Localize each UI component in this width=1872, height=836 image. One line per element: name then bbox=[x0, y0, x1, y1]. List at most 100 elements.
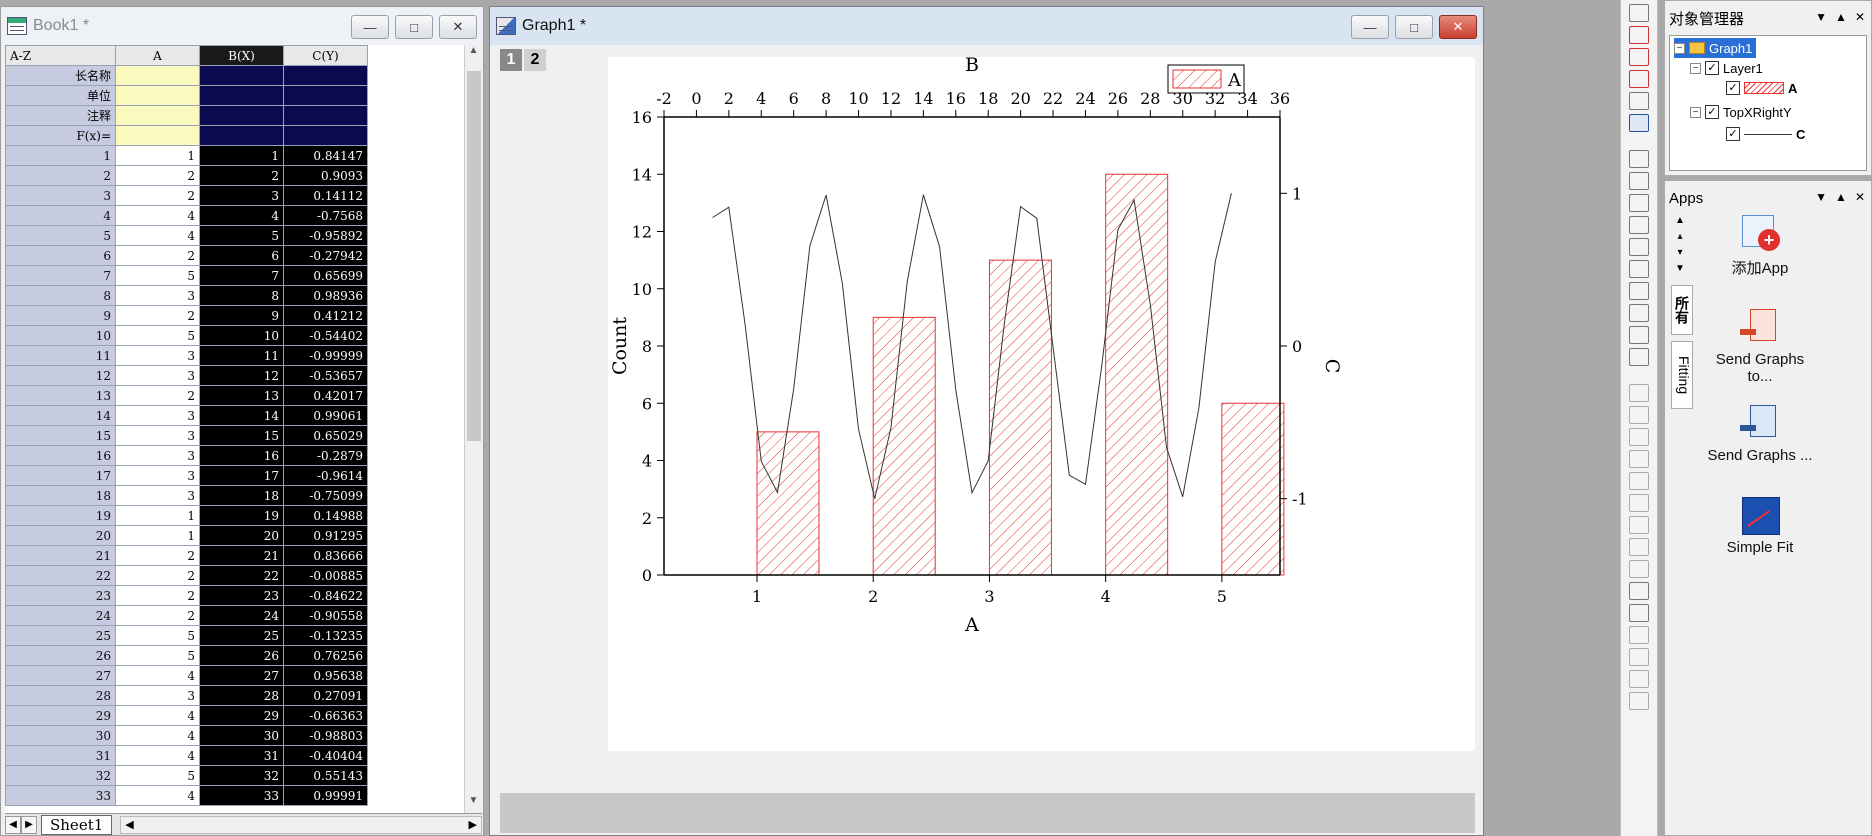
scroll-top-icon[interactable]: ▲ bbox=[1669, 215, 1691, 231]
visibility-checkbox[interactable]: ✓ bbox=[1726, 127, 1740, 141]
layer-icon[interactable] bbox=[1629, 150, 1649, 168]
tree-node-plot-a[interactable]: ✓ A bbox=[1726, 78, 1797, 98]
cell-a[interactable]: 4 bbox=[115, 725, 200, 746]
cell-a[interactable]: 2 bbox=[115, 305, 200, 326]
cell-c[interactable]: 0.55143 bbox=[283, 765, 368, 786]
cell-a[interactable]: 2 bbox=[115, 565, 200, 586]
cell-a[interactable]: 5 bbox=[115, 765, 200, 786]
meta-cell-c[interactable] bbox=[283, 65, 368, 86]
meta-cell-c[interactable] bbox=[283, 125, 368, 146]
scroll-left-icon[interactable]: ◀ bbox=[125, 818, 133, 831]
row-header[interactable]: 6 bbox=[5, 245, 116, 266]
cell-c[interactable]: 0.14112 bbox=[283, 185, 368, 206]
ungroup-icon[interactable] bbox=[1629, 648, 1649, 666]
cell-b[interactable]: 17 bbox=[199, 465, 284, 486]
axis-x-icon[interactable] bbox=[1629, 48, 1649, 66]
bring-front-icon[interactable] bbox=[1629, 582, 1649, 600]
scroll-thumb[interactable] bbox=[467, 71, 481, 441]
meta-cell-b[interactable] bbox=[199, 105, 284, 126]
cell-a[interactable]: 1 bbox=[115, 525, 200, 546]
cell-c[interactable]: 0.99061 bbox=[283, 405, 368, 426]
close-button[interactable]: ✕ bbox=[1439, 15, 1477, 39]
merge-icon[interactable] bbox=[1629, 172, 1649, 190]
cell-c[interactable]: -0.53657 bbox=[283, 365, 368, 386]
tree-node-plot-c[interactable]: ✓ C bbox=[1726, 124, 1805, 144]
row-header[interactable]: 14 bbox=[5, 405, 116, 426]
row-header[interactable]: 32 bbox=[5, 765, 116, 786]
cell-b[interactable]: 8 bbox=[199, 285, 284, 306]
visibility-checkbox[interactable]: ✓ bbox=[1705, 61, 1719, 75]
tree-node-topxrighty[interactable]: − ✓ TopXRightY bbox=[1690, 102, 1792, 122]
row-header[interactable]: 27 bbox=[5, 665, 116, 686]
row-header[interactable]: 29 bbox=[5, 705, 116, 726]
row-header[interactable]: 24 bbox=[5, 605, 116, 626]
rescale-icon[interactable] bbox=[1629, 92, 1649, 110]
cell-b[interactable]: 9 bbox=[199, 305, 284, 326]
cell-b[interactable]: 27 bbox=[199, 665, 284, 686]
add-top-axis-icon[interactable] bbox=[1629, 260, 1649, 278]
cell-b[interactable]: 24 bbox=[199, 605, 284, 626]
grid-layers-icon[interactable] bbox=[1629, 194, 1649, 212]
cell-a[interactable]: 2 bbox=[115, 245, 200, 266]
app-simple-fit[interactable]: Simple Fit bbox=[1705, 495, 1815, 556]
sort-corner-icon[interactable]: A-Z bbox=[5, 45, 116, 66]
cell-c[interactable]: 0.84147 bbox=[283, 145, 368, 166]
cell-c[interactable]: 0.91295 bbox=[283, 525, 368, 546]
maximize-button[interactable]: □ bbox=[1395, 15, 1433, 39]
column-header-a[interactable]: A bbox=[115, 45, 200, 66]
add-inset-icon[interactable] bbox=[1629, 326, 1649, 344]
cell-c[interactable]: -0.2879 bbox=[283, 445, 368, 466]
cell-c[interactable]: -0.95892 bbox=[283, 225, 368, 246]
cell-b[interactable]: 28 bbox=[199, 685, 284, 706]
cell-c[interactable]: 0.27091 bbox=[283, 685, 368, 706]
cell-b[interactable]: 2 bbox=[199, 165, 284, 186]
cell-a[interactable]: 5 bbox=[115, 625, 200, 646]
app-add-app[interactable]: + 添加App bbox=[1705, 213, 1815, 278]
row-header[interactable]: 18 bbox=[5, 485, 116, 506]
row-header[interactable]: 8 bbox=[5, 285, 116, 306]
cell-b[interactable]: 3 bbox=[199, 185, 284, 206]
scroll-up-icon[interactable]: ▲ bbox=[465, 45, 482, 63]
row-header[interactable]: 7 bbox=[5, 265, 116, 286]
prev-sheet-icon[interactable]: ◀ bbox=[5, 815, 21, 834]
meta-cell-c[interactable] bbox=[283, 85, 368, 106]
cell-a[interactable]: 3 bbox=[115, 485, 200, 506]
cell-a[interactable]: 3 bbox=[115, 285, 200, 306]
cell-a[interactable]: 3 bbox=[115, 685, 200, 706]
row-header[interactable]: 30 bbox=[5, 725, 116, 746]
cell-c[interactable]: 0.98936 bbox=[283, 285, 368, 306]
close-button[interactable]: ✕ bbox=[439, 15, 477, 39]
cell-a[interactable]: 2 bbox=[115, 605, 200, 626]
row-header[interactable]: 17 bbox=[5, 465, 116, 486]
cell-c[interactable]: 0.9093 bbox=[283, 165, 368, 186]
align-center-icon[interactable] bbox=[1629, 472, 1649, 490]
panel-menu-icon[interactable]: ▼ bbox=[1815, 190, 1827, 204]
scroll-down-icon[interactable]: ▼ bbox=[465, 795, 482, 813]
cell-a[interactable]: 3 bbox=[115, 445, 200, 466]
pin-icon[interactable]: ▲ bbox=[1835, 190, 1847, 204]
visibility-checkbox[interactable]: ✓ bbox=[1726, 81, 1740, 95]
cell-a[interactable]: 4 bbox=[115, 705, 200, 726]
tab-all[interactable]: 所有 bbox=[1671, 285, 1693, 335]
meta-cell-c[interactable] bbox=[283, 105, 368, 126]
cell-b[interactable]: 26 bbox=[199, 645, 284, 666]
cell-c[interactable]: -0.98803 bbox=[283, 725, 368, 746]
cell-a[interactable]: 2 bbox=[115, 545, 200, 566]
row-header[interactable]: 3 bbox=[5, 185, 116, 206]
panel-menu-icon[interactable]: ▼ bbox=[1815, 10, 1827, 24]
cell-a[interactable]: 4 bbox=[115, 225, 200, 246]
workbook-titlebar[interactable]: Book1 * — □ ✕ bbox=[1, 7, 483, 45]
add-inset-alt-icon[interactable] bbox=[1629, 348, 1649, 366]
cell-b[interactable]: 32 bbox=[199, 765, 284, 786]
graph-page[interactable]: 1 2 3 4 5 0 2 4 6 8 10 12 14 16 -2 0 2 4 6 8 10 12 14 16 18 20 22 2… bbox=[608, 57, 1475, 751]
vertical-scrollbar[interactable]: ▲ ▼ bbox=[464, 45, 482, 813]
cell-a[interactable]: 2 bbox=[115, 185, 200, 206]
cell-c[interactable]: -0.54402 bbox=[283, 325, 368, 346]
cell-a[interactable]: 5 bbox=[115, 645, 200, 666]
cell-a[interactable]: 1 bbox=[115, 505, 200, 526]
graph-titlebar[interactable]: Graph1 * — □ ✕ bbox=[490, 7, 1483, 45]
cell-c[interactable]: -0.7568 bbox=[283, 205, 368, 226]
add-right-axis-icon[interactable] bbox=[1629, 282, 1649, 300]
cell-c[interactable]: 0.99991 bbox=[283, 785, 368, 806]
row-header[interactable]: 15 bbox=[5, 425, 116, 446]
